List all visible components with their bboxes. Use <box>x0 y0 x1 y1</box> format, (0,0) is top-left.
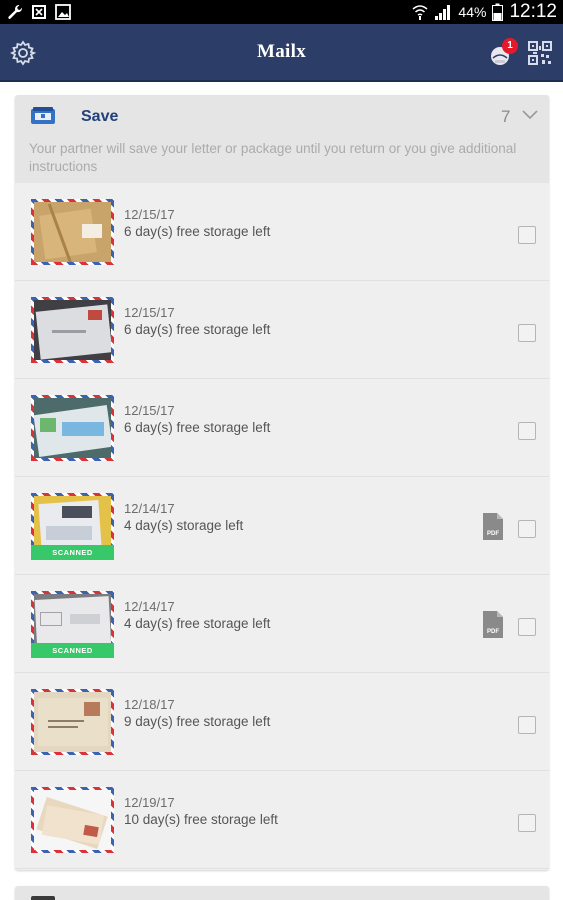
svg-text:PDF: PDF <box>487 629 499 635</box>
mail-thumbnail[interactable] <box>31 689 114 755</box>
item-status: 9 day(s) free storage left <box>124 714 271 729</box>
mailbox-icon <box>31 107 55 124</box>
app-title: Mailx <box>257 41 306 62</box>
item-checkbox[interactable] <box>518 814 536 832</box>
section-description: Your partner will save your letter or pa… <box>29 141 517 174</box>
mail-item[interactable]: 12/15/17 6 day(s) free storage left <box>15 379 549 477</box>
mail-item[interactable]: 12/18/17 9 day(s) free storage left <box>15 673 549 771</box>
notification-badge: 1 <box>502 38 518 54</box>
mail-thumbnail[interactable] <box>31 199 114 265</box>
pdf-icon[interactable]: PDF <box>482 512 504 541</box>
content-area: Save 7 Your partner will save your lette… <box>0 84 563 900</box>
item-date: 12/14/17 <box>124 599 175 614</box>
item-checkbox[interactable] <box>518 716 536 734</box>
item-checkbox[interactable] <box>518 422 536 440</box>
section-title: Save <box>81 108 119 125</box>
mail-thumbnail[interactable] <box>31 787 114 853</box>
section-icon <box>31 896 55 900</box>
item-status: 10 day(s) free storage left <box>124 812 278 827</box>
mail-item[interactable]: SCANNED 12/14/17 4 day(s) storage left P… <box>15 477 549 575</box>
save-card: Save 7 Your partner will save your lette… <box>15 95 549 870</box>
chevron-down-icon[interactable] <box>522 109 538 121</box>
notification-x-icon <box>32 5 46 19</box>
item-checkbox[interactable] <box>518 520 536 538</box>
mail-item[interactable]: 12/15/17 6 day(s) free storage left <box>15 183 549 281</box>
battery-percent: 44% <box>458 4 487 20</box>
signal-icon <box>435 5 451 20</box>
item-status: 6 day(s) free storage left <box>124 224 271 239</box>
app-bar: Mailx 1 <box>0 24 563 82</box>
item-status: 6 day(s) free storage left <box>124 420 271 435</box>
item-checkbox[interactable] <box>518 618 536 636</box>
scanned-badge: SCANNED <box>31 545 114 560</box>
item-date: 12/18/17 <box>124 697 175 712</box>
image-icon <box>55 4 71 20</box>
status-bar: 44% 12:12 <box>0 0 563 24</box>
item-status: 6 day(s) free storage left <box>124 322 271 337</box>
mail-item[interactable]: 12/15/17 6 day(s) free storage left <box>15 281 549 379</box>
wrench-icon <box>8 5 23 19</box>
save-section-header[interactable]: Save 7 Your partner will save your lette… <box>15 95 549 183</box>
mail-item[interactable]: SCANNED 12/14/17 4 day(s) free storage l… <box>15 575 549 673</box>
item-count: 7 <box>501 107 511 126</box>
item-status: 4 day(s) storage left <box>124 518 244 533</box>
mail-thumbnail[interactable] <box>31 395 114 461</box>
item-checkbox[interactable] <box>518 324 536 342</box>
svg-text:PDF: PDF <box>487 531 499 537</box>
item-date: 12/14/17 <box>124 501 175 516</box>
battery-icon <box>492 3 504 21</box>
item-date: 12/15/17 <box>124 207 175 222</box>
clock: 12:12 <box>509 1 557 22</box>
qr-code-icon[interactable] <box>527 40 553 66</box>
wifi-icon <box>412 5 428 20</box>
item-date: 12/15/17 <box>124 403 175 418</box>
item-date: 12/15/17 <box>124 305 175 320</box>
item-checkbox[interactable] <box>518 226 536 244</box>
mail-thumbnail[interactable] <box>31 297 114 363</box>
item-status: 4 day(s) free storage left <box>124 616 271 631</box>
item-date: 12/19/17 <box>124 795 175 810</box>
notification-button[interactable]: 1 <box>489 38 519 68</box>
next-section-card[interactable] <box>15 886 549 900</box>
mail-item[interactable]: 12/19/17 10 day(s) free storage left <box>15 771 549 869</box>
scanned-badge: SCANNED <box>31 643 114 658</box>
pdf-icon[interactable]: PDF <box>482 610 504 639</box>
